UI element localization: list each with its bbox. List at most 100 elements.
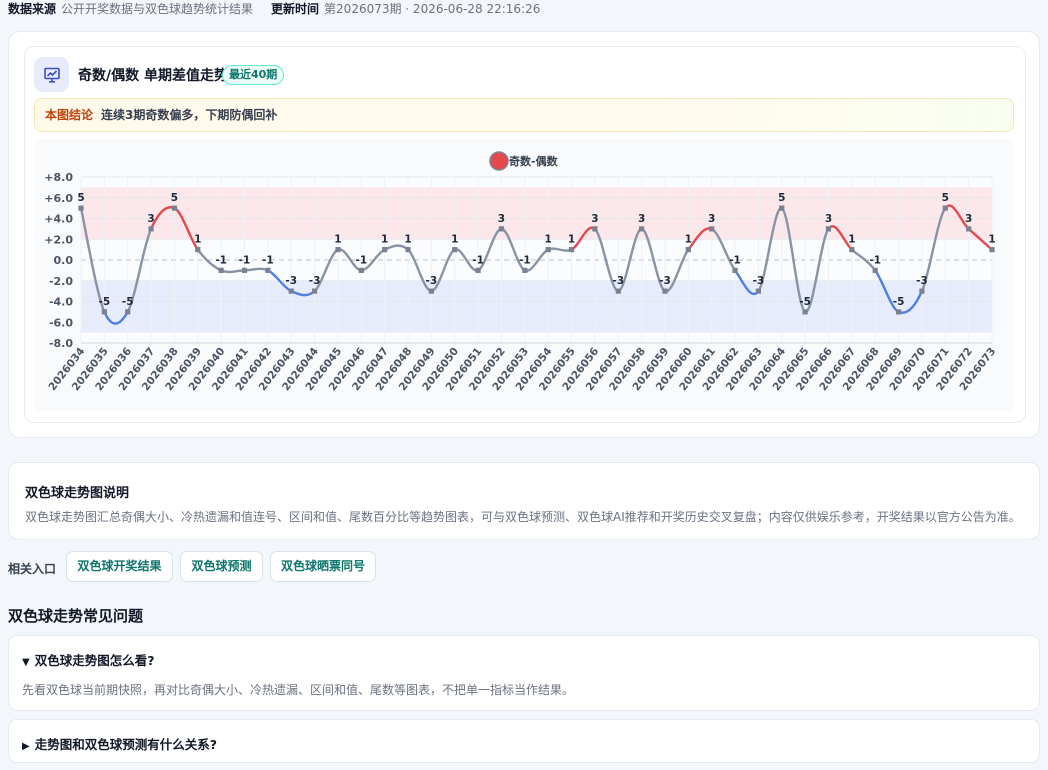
odd-even-diff-chart: +8.0 +6.0 +4.0 +2.0 0.0 -2.0 -4.0 -6.0 -8.0 奇数-偶数…: [44, 151, 998, 393]
source-value: 公开开奖数据与双色球趋势统计结果: [61, 2, 254, 16]
conclusion-banner: 本图结论 连续3期奇数偏多，下期防偶回补: [34, 98, 1014, 132]
faq-question-text: 走势图和双色球预测有什么关系?: [34, 737, 217, 752]
caret-right-icon: ▶: [22, 741, 30, 752]
data-label: -3: [753, 275, 765, 287]
conclusion-label: 本图结论: [45, 108, 94, 122]
data-point: [382, 247, 388, 253]
data-point: [475, 267, 481, 273]
presentation-chart-icon: [34, 57, 69, 92]
data-point: [755, 288, 762, 294]
faq-item[interactable]: ▶ 走势图和双色球预测有什么关系?: [8, 719, 1040, 763]
data-label: 1: [568, 234, 575, 246]
data-label: -3: [659, 275, 671, 287]
faq-question[interactable]: ▼ 双色球走势图怎么看?: [22, 650, 154, 669]
y-tick-label: +8.0: [44, 171, 73, 184]
updated-label: 更新时间: [271, 2, 320, 16]
link-draw-results[interactable]: 双色球开奖结果: [66, 551, 173, 582]
legend-label: 奇数-偶数: [509, 154, 559, 168]
data-label: 1: [194, 234, 201, 246]
data-point: [522, 267, 528, 273]
data-label: 3: [638, 213, 645, 225]
data-point: [615, 288, 621, 294]
data-point: [545, 247, 551, 253]
faq-heading: 双色球走势常见问题: [8, 607, 144, 625]
y-tick-label: -6.0: [49, 316, 73, 329]
faq-answer: 先看双色球当前期快照，再对比奇偶大小、冷热遗漏、区间和值、尾数等图表，不把单一指…: [22, 683, 575, 697]
data-point: [405, 247, 411, 253]
description-title: 双色球走势图说明: [25, 486, 130, 501]
legend-marker: [489, 151, 509, 171]
data-label: 1: [451, 234, 458, 246]
data-point: [732, 267, 738, 273]
data-label: 5: [942, 192, 949, 204]
data-point: [919, 288, 925, 294]
data-point: [241, 267, 248, 273]
data-point: [849, 247, 855, 253]
data-label: -5: [99, 296, 111, 308]
data-point: [288, 288, 294, 294]
data-label: 3: [825, 213, 832, 225]
data-point: [358, 267, 364, 273]
data-label: 1: [334, 234, 341, 246]
y-tick-label: +2.0: [44, 233, 73, 246]
faq-question[interactable]: ▶ 走势图和双色球预测有什么关系?: [22, 734, 217, 753]
data-label: -3: [426, 275, 438, 287]
series-segment: [219, 269, 246, 274]
data-point: [802, 309, 808, 315]
data-point: [311, 288, 318, 294]
data-point: [265, 267, 271, 273]
data-point: [895, 309, 902, 315]
data-point: [639, 226, 645, 232]
data-label: -5: [122, 296, 134, 308]
y-tick-label: +4.0: [44, 213, 73, 226]
data-label: 1: [685, 234, 692, 246]
chart-area: +8.0 +6.0 +4.0 +2.0 0.0 -2.0 -4.0 -6.0 -8.0 奇数-偶数…: [34, 139, 1014, 411]
faq-question-text: 双色球走势图怎么看?: [34, 653, 155, 668]
data-label: 3: [498, 213, 505, 225]
data-point: [78, 205, 84, 211]
data-point: [709, 226, 715, 232]
caret-down-icon: ▼: [22, 657, 30, 668]
data-point: [942, 205, 948, 211]
data-label: 3: [708, 213, 715, 225]
y-tick-label: +6.0: [44, 192, 73, 205]
data-label: -5: [893, 296, 905, 308]
data-point: [428, 288, 434, 294]
chart-title: 奇数/偶数 单期差值走势: [78, 68, 228, 84]
faq-item[interactable]: ▼ 双色球走势图怎么看? 先看双色球当前期快照，再对比奇偶大小、冷热遗漏、区间和值…: [8, 635, 1040, 711]
data-point: [498, 226, 505, 232]
data-point: [568, 247, 575, 253]
data-point: [825, 226, 832, 232]
data-label: 1: [988, 234, 995, 246]
data-label: -1: [519, 254, 531, 266]
data-label: 1: [545, 234, 552, 246]
data-point: [662, 288, 668, 294]
data-label: 3: [965, 213, 972, 225]
conclusion-text: 连续3期奇数偏多，下期防偶回补: [101, 108, 278, 122]
data-label: -3: [285, 275, 297, 287]
data-label: 3: [591, 213, 598, 225]
data-point: [148, 226, 154, 232]
data-label: -5: [799, 296, 811, 308]
data-label: -3: [612, 275, 624, 287]
data-label: -1: [239, 254, 251, 266]
data-label: -1: [355, 254, 367, 266]
data-label: 3: [147, 213, 154, 225]
data-label: -1: [262, 254, 274, 266]
y-tick-label: -8.0: [49, 337, 73, 350]
data-label: -1: [729, 254, 741, 266]
source-label: 数据来源: [8, 2, 57, 16]
data-point: [218, 267, 224, 273]
data-point: [685, 247, 691, 253]
data-point: [335, 247, 341, 253]
data-point: [989, 247, 995, 253]
data-label: 1: [381, 234, 388, 246]
data-point: [125, 309, 131, 315]
data-point: [592, 226, 598, 232]
link-ticket-share[interactable]: 双色球晒票同号: [270, 551, 376, 582]
description-card: [8, 462, 1040, 540]
link-prediction[interactable]: 双色球预测: [180, 551, 263, 582]
y-tick-label: -2.0: [49, 275, 73, 288]
data-label: -3: [916, 275, 928, 287]
odd-bias-band: [81, 187, 992, 240]
